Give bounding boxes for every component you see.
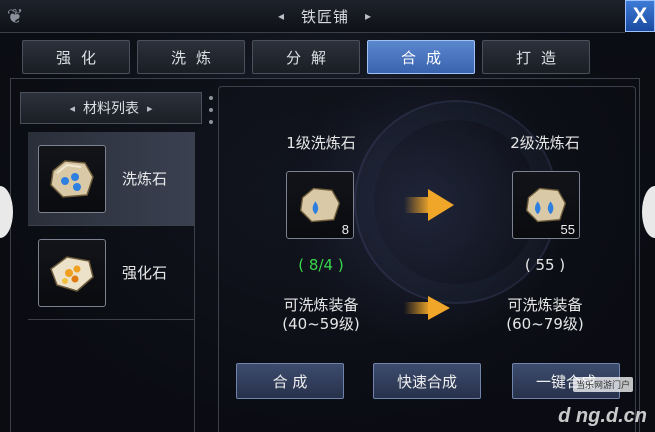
target-equip-label: 可洗炼装备 <box>507 296 583 314</box>
arrow-right-icon <box>428 189 454 221</box>
target-amount: ( 55 ) <box>524 256 566 274</box>
list-next-chevron-icon[interactable]: ▸ <box>147 102 153 115</box>
washing-stone-icon <box>50 159 94 198</box>
tab-bar: 强化 洗炼 分解 合成 打造 <box>22 40 590 74</box>
washing-stone-icon <box>525 187 567 223</box>
source-title: 1级洗炼石 <box>286 134 356 152</box>
tab-enhance[interactable]: 强化 <box>22 40 130 74</box>
title-group: ◂ 铁匠铺 ▸ <box>250 0 400 32</box>
source-equip-range: (40~59级) <box>282 315 360 333</box>
combine-button[interactable]: 合 成 <box>236 363 344 399</box>
source-count: 8 <box>341 222 349 237</box>
close-button[interactable]: X <box>625 0 655 32</box>
dot-icon <box>209 108 213 112</box>
next-chevron-icon[interactable]: ▸ <box>365 9 372 23</box>
watermark-logo: d ng.d.cn <box>558 405 647 427</box>
window-title: 铁匠铺 <box>300 7 349 26</box>
ornament-icon: ❦ <box>6 4 24 28</box>
title-bar: ❦ ◂ 铁匠铺 ▸ <box>0 0 625 33</box>
arrow-tail <box>404 302 430 314</box>
material-list: 洗炼石 强化石 <box>28 132 195 432</box>
scroll-handle[interactable] <box>206 96 216 124</box>
list-item-enhance-stone[interactable]: 强化石 <box>28 226 194 320</box>
list-prev-chevron-icon[interactable]: ◂ <box>69 102 75 115</box>
prev-chevron-icon[interactable]: ◂ <box>278 9 285 23</box>
item-slot <box>38 238 106 307</box>
target-equip-range: (60~79级) <box>506 315 584 333</box>
dot-icon <box>209 120 213 124</box>
source-equip-label: 可洗炼装备 <box>283 296 359 314</box>
tab-dismantle[interactable]: 分解 <box>252 40 360 74</box>
target-count: 55 <box>560 222 575 237</box>
list-item-washing-stone[interactable]: 洗炼石 <box>28 132 194 226</box>
tab-forge[interactable]: 打造 <box>482 40 590 74</box>
target-title: 2级洗炼石 <box>510 134 580 152</box>
washing-stone-icon <box>299 187 341 223</box>
material-list-title: 材料列表 <box>83 101 139 117</box>
dot-icon <box>209 96 213 100</box>
arrow-tail <box>404 197 430 213</box>
source-slot[interactable]: 8 <box>286 171 354 239</box>
source-requirement: ( 8/4 ) <box>298 256 344 274</box>
material-list-header[interactable]: ◂ 材料列表 ▸ <box>20 92 202 124</box>
tab-combine[interactable]: 合成 <box>367 40 475 74</box>
list-item-label: 强化石 <box>122 264 168 282</box>
item-slot <box>38 144 106 213</box>
target-slot[interactable]: 55 <box>512 171 580 239</box>
list-item-label: 洗炼石 <box>122 170 168 188</box>
quick-combine-button[interactable]: 快速合成 <box>373 363 481 399</box>
tab-refine[interactable]: 洗炼 <box>137 40 245 74</box>
enhance-stone-icon <box>50 255 94 292</box>
arrow-right-icon <box>428 296 450 320</box>
watermark-caption: 当乐网游门户 <box>572 377 633 392</box>
